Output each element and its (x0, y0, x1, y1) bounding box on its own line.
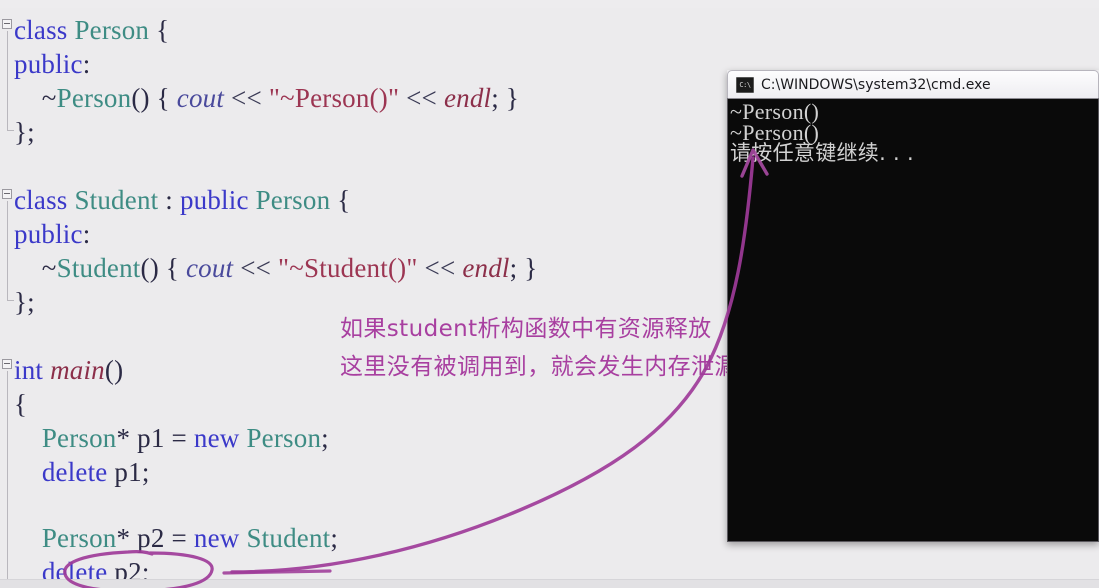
code-line: delete p1; (14, 456, 150, 488)
code-token: ; (330, 523, 339, 553)
code-token: : (158, 185, 180, 215)
console-output-line: ~Person() (730, 120, 820, 145)
code-token: ; (321, 423, 329, 453)
code-line: class Student : public Person { (14, 184, 350, 216)
console-output-area[interactable]: ~Person() ~Person() 请按任意键继续. . . (727, 98, 1099, 542)
code-token: Student (56, 253, 141, 283)
code-token: ~ (14, 253, 57, 283)
code-token: { (330, 185, 351, 215)
annotation-line-2: 这里没有被调用到，就会发生内存泄漏 (340, 354, 738, 380)
code-token: * p1 = (116, 423, 194, 453)
code-token: public (14, 219, 83, 249)
code-token: }; (14, 287, 35, 317)
code-token: public (14, 49, 83, 79)
code-token: p1; (107, 457, 150, 487)
code-token: class (14, 185, 75, 215)
code-token: endl (443, 83, 492, 113)
code-line: ~Person() { cout << "~Person()" << endl;… (14, 82, 519, 114)
code-token: "~Person()" (268, 83, 400, 113)
code-token: "~Student()" (278, 253, 418, 283)
code-line: }; (14, 286, 35, 318)
code-token: Person (56, 83, 132, 113)
code-token: << (417, 253, 463, 283)
console-output-line: 请按任意键继续. . . (730, 141, 914, 165)
console-titlebar[interactable]: C:\ C:\WINDOWS\system32\cmd.exe (727, 70, 1099, 98)
code-token: ; } (509, 253, 538, 283)
editor-top-strip (0, 0, 1099, 8)
code-token: cout (176, 83, 225, 113)
code-token: class (14, 15, 75, 45)
code-token: int (14, 355, 51, 385)
fold-region-bar (7, 31, 14, 131)
console-output-line: ~Person() (730, 99, 820, 124)
code-token: }; (14, 117, 35, 147)
screenshot-root: class Person {public: ~Person() { cout <… (0, 0, 1099, 588)
code-token: : (82, 49, 91, 79)
code-token: Student (74, 185, 159, 215)
code-token: ~ (14, 83, 57, 113)
code-line: { (14, 388, 27, 420)
collapse-toggle-icon[interactable] (2, 189, 12, 199)
code-token: << (224, 83, 269, 113)
fold-region-bar (7, 371, 14, 586)
code-line: Person* p2 = new Student; (14, 522, 338, 554)
code-line: int main() (14, 354, 123, 386)
code-token: public (179, 185, 249, 215)
code-token: delete (41, 457, 108, 487)
code-token: Person (246, 423, 322, 453)
code-token: Person (41, 423, 117, 453)
code-line: Person* p1 = new Person; (14, 422, 329, 454)
code-token: * p2 = (116, 523, 194, 553)
collapse-toggle-icon[interactable] (2, 359, 12, 369)
code-line: }; (14, 116, 35, 148)
code-token: { (149, 15, 170, 45)
code-token: ; } (491, 83, 520, 113)
code-token: () { (131, 83, 177, 113)
code-token: : (82, 219, 91, 249)
code-token: new (193, 423, 240, 453)
code-token: << (399, 83, 444, 113)
code-token: Student (246, 523, 331, 553)
code-token: cout (185, 253, 234, 283)
collapse-toggle-icon[interactable] (2, 19, 12, 29)
code-token: endl (462, 253, 510, 283)
code-line: class Person { (14, 14, 169, 46)
code-token: { (14, 389, 28, 419)
code-line: ~Student() { cout << "~Student()" << end… (14, 252, 537, 284)
code-token: Person (255, 185, 331, 215)
code-line: public: (14, 218, 90, 250)
annotation-line-1: 如果student析构函数中有资源释放 (340, 316, 712, 342)
cmd-console-window[interactable]: C:\ C:\WINDOWS\system32\cmd.exe ~Person(… (727, 70, 1099, 542)
code-token: Person (74, 15, 150, 45)
code-token: Person (41, 523, 117, 553)
console-title: C:\WINDOWS\system32\cmd.exe (761, 76, 991, 93)
cmd-icon: C:\ (736, 76, 754, 93)
code-token: main (50, 355, 105, 385)
code-token: () (104, 355, 124, 385)
code-token: << (233, 253, 279, 283)
editor-bottom-strip (0, 579, 1099, 588)
code-token: () { (140, 253, 186, 283)
code-line: public: (14, 48, 90, 80)
code-token: new (193, 523, 240, 553)
fold-region-bar (7, 201, 14, 301)
